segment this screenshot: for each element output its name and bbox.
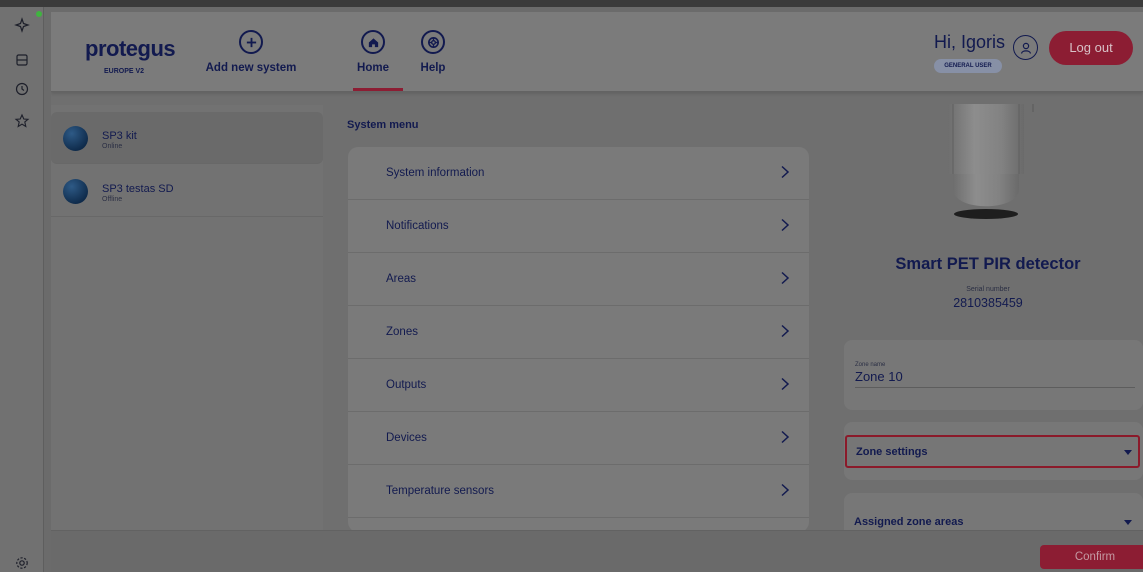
- star-icon[interactable]: [14, 113, 30, 129]
- add-new-system-button[interactable]: Add new system: [201, 30, 301, 74]
- system-item-sp3-kit[interactable]: SP3 kit Online: [51, 112, 323, 164]
- zone-name-input[interactable]: [855, 369, 1135, 388]
- home-active-indicator: [353, 88, 403, 91]
- sparkle-icon[interactable]: [14, 17, 30, 33]
- system-name: SP3 testas SD: [102, 183, 174, 195]
- logout-button[interactable]: Log out: [1049, 31, 1133, 65]
- system-name: SP3 kit: [102, 130, 137, 142]
- plus-icon: [239, 30, 263, 54]
- menu-item-label: Notifications: [386, 220, 449, 232]
- chevron-down-icon: [1124, 520, 1132, 525]
- history-icon[interactable]: [14, 81, 30, 97]
- system-menu-title: System menu: [347, 119, 419, 131]
- chevron-right-icon: [780, 271, 790, 285]
- system-status: Offline: [102, 196, 123, 203]
- chevron-right-icon: [780, 324, 790, 338]
- menu-item-label: Areas: [386, 273, 417, 285]
- protegus-logo[interactable]: protegus: [85, 36, 176, 62]
- user-greeting: Hi, Igoris: [934, 32, 1006, 52]
- device-name: Smart PET PIR detector: [895, 255, 1081, 273]
- menu-item-system-information[interactable]: System information: [348, 147, 809, 200]
- zone-name-card: Zone name: [844, 340, 1143, 410]
- help-lifebuoy-icon: [421, 30, 445, 54]
- logo-region: EUROPE V2: [104, 68, 145, 75]
- device-image: [931, 104, 1041, 229]
- chevron-right-icon: [780, 430, 790, 444]
- system-avatar: [63, 126, 88, 151]
- chevron-right-icon: [780, 377, 790, 391]
- zone-settings-dropdown[interactable]: Zone settings: [845, 435, 1140, 468]
- user-profile-icon[interactable]: [1013, 35, 1038, 60]
- chevron-right-icon: [780, 218, 790, 232]
- menu-item-temperature-sensors[interactable]: Temperature sensors: [348, 465, 809, 518]
- serial-number-label: Serial number: [966, 286, 1010, 293]
- menu-item-notifications[interactable]: Notifications: [348, 200, 809, 253]
- chevron-down-icon: [1124, 450, 1132, 455]
- menu-item-label: Zones: [386, 326, 418, 338]
- nav-home[interactable]: Home: [353, 30, 393, 74]
- menu-item-label: Outputs: [386, 379, 427, 391]
- help-label: Help: [420, 62, 446, 74]
- home-icon: [361, 30, 385, 54]
- app-header: protegus EUROPE V2 Add new system Home H…: [51, 12, 1143, 92]
- menu-item-label: Temperature sensors: [386, 485, 495, 497]
- system-avatar: [63, 179, 88, 204]
- serial-number-value: 2810385459: [953, 296, 1023, 310]
- system-menu: System information Notifications Areas Z…: [348, 147, 809, 532]
- status-dot: [36, 11, 42, 17]
- system-list: SP3 kit Online SP3 testas SD Offline: [51, 105, 323, 530]
- chevron-right-icon: [780, 483, 790, 497]
- bottom-action-bar: [51, 530, 1143, 572]
- window-top-bar: [0, 0, 1143, 7]
- system-status: Online: [102, 143, 123, 150]
- nav-help[interactable]: Help: [413, 30, 453, 74]
- left-icon-rail: [0, 7, 44, 572]
- menu-item-devices[interactable]: Devices: [348, 412, 809, 465]
- menu-item-outputs[interactable]: Outputs: [348, 359, 809, 412]
- user-role-badge: GENERAL USER: [934, 59, 1002, 73]
- settings-icon[interactable]: [14, 555, 30, 571]
- menu-item-areas[interactable]: Areas: [348, 253, 809, 306]
- zone-settings-label: Zone settings: [856, 446, 928, 458]
- database-icon[interactable]: [14, 52, 30, 68]
- confirm-button[interactable]: Confirm: [1040, 545, 1143, 569]
- home-label: Home: [357, 62, 389, 74]
- menu-item-zones[interactable]: Zones: [348, 306, 809, 359]
- chevron-right-icon: [780, 165, 790, 179]
- zone-name-label: Zone name: [855, 362, 886, 368]
- add-new-system-label: Add new system: [205, 62, 297, 74]
- menu-item-label: System information: [386, 167, 485, 179]
- assigned-zone-areas-label: Assigned zone areas: [854, 516, 964, 528]
- system-item-sp3-testas-sd[interactable]: SP3 testas SD Offline: [51, 165, 323, 217]
- menu-item-label: Devices: [386, 432, 427, 444]
- app-window: protegus EUROPE V2 Add new system Home H…: [51, 12, 1143, 572]
